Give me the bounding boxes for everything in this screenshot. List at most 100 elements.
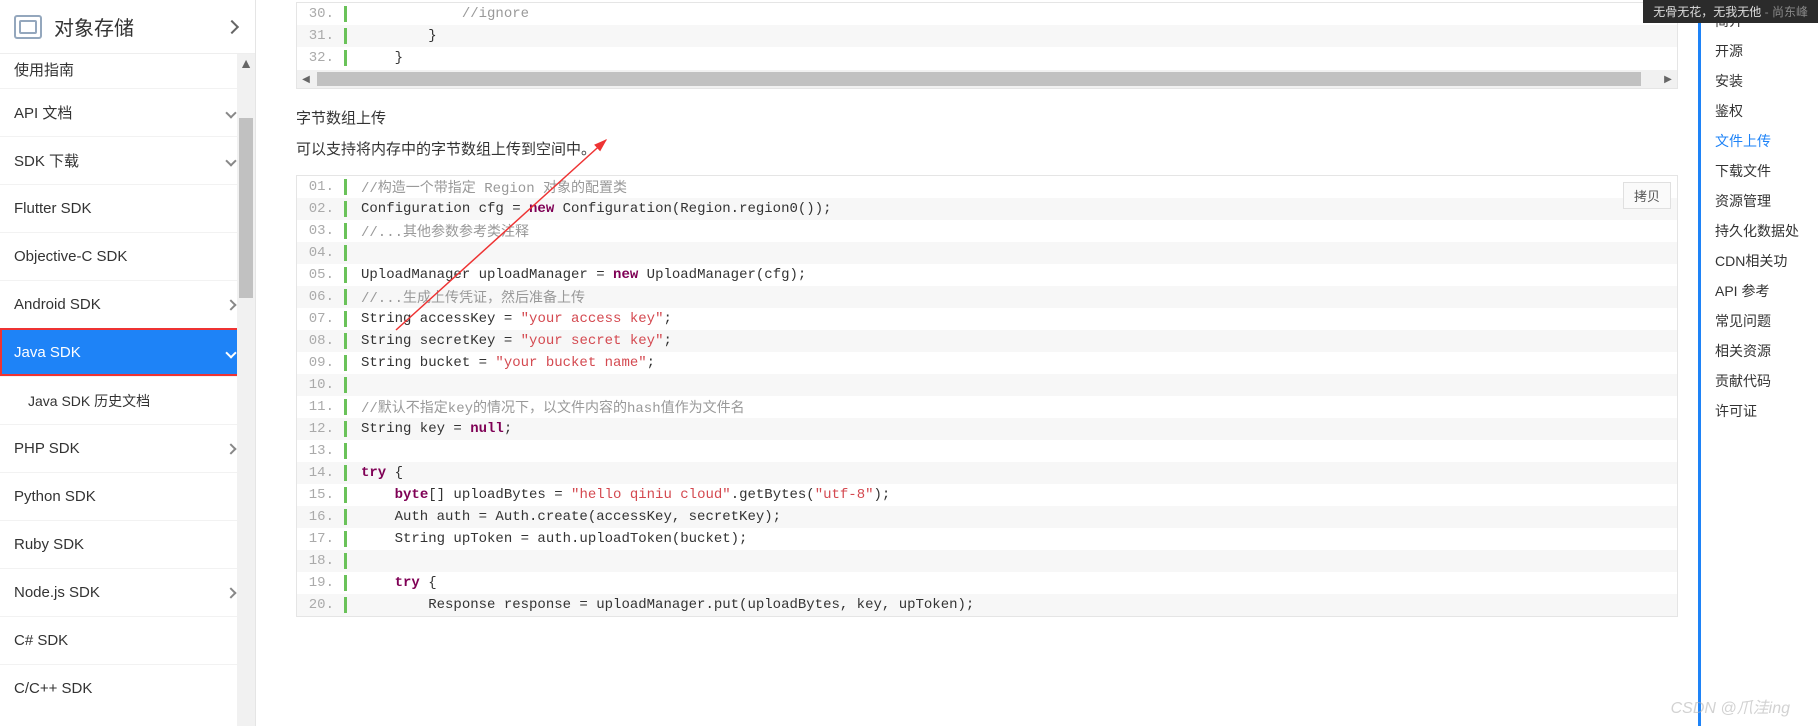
code-text: //...生成上传凭证，然后准备上传 bbox=[347, 287, 585, 307]
line-number: 14. bbox=[297, 465, 347, 481]
code-line: 02.Configuration cfg = new Configuration… bbox=[297, 198, 1677, 220]
code-line: 16. Auth auth = Auth.create(accessKey, s… bbox=[297, 506, 1677, 528]
line-number: 13. bbox=[297, 443, 347, 459]
sidebar-item-label: Flutter SDK bbox=[14, 200, 241, 217]
sidebar-item-3[interactable]: Flutter SDK bbox=[0, 184, 255, 232]
line-number: 11. bbox=[297, 399, 347, 415]
toc-item-9[interactable]: API 参考 bbox=[1715, 276, 1818, 306]
sidebar-item-9[interactable]: Python SDK bbox=[0, 472, 255, 520]
code-line: 12.String key = null; bbox=[297, 418, 1677, 440]
line-number: 30. bbox=[297, 6, 347, 22]
toc-item-2[interactable]: 安装 bbox=[1715, 66, 1818, 96]
code-text: try { bbox=[347, 465, 403, 481]
line-number: 16. bbox=[297, 509, 347, 525]
sidebar-item-label: Android SDK bbox=[14, 296, 227, 313]
sidebar-item-2[interactable]: SDK 下载 bbox=[0, 136, 255, 184]
watermark: CSDN @爪洼ing bbox=[1671, 694, 1790, 718]
line-number: 09. bbox=[297, 355, 347, 371]
code-line: 17. String upToken = auth.uploadToken(bu… bbox=[297, 528, 1677, 550]
toc-item-1[interactable]: 开源 bbox=[1715, 36, 1818, 66]
code-text: String secretKey = "your secret key"; bbox=[347, 333, 672, 349]
sidebar-item-13[interactable]: C/C++ SDK bbox=[0, 664, 255, 712]
code-text: //构造一个带指定 Region 对象的配置类 bbox=[347, 177, 627, 197]
sidebar-item-0[interactable]: 使用指南 bbox=[0, 54, 255, 88]
toc-item-6[interactable]: 资源管理 bbox=[1715, 186, 1818, 216]
sidebar-item-12[interactable]: C# SDK bbox=[0, 616, 255, 664]
code-text: } bbox=[347, 50, 403, 66]
chevron-down-icon bbox=[225, 155, 236, 166]
sidebar-scrollbar[interactable]: ▲ bbox=[237, 54, 255, 726]
sidebar-item-label: Java SDK bbox=[14, 344, 227, 361]
sidebar-item-label: Java SDK 历史文档 bbox=[28, 391, 241, 411]
sidebar-item-6[interactable]: Java SDK bbox=[0, 328, 255, 376]
chevron-right-icon bbox=[225, 587, 236, 598]
toc-item-11[interactable]: 相关资源 bbox=[1715, 336, 1818, 366]
toc-item-5[interactable]: 下载文件 bbox=[1715, 156, 1818, 186]
code-text: String upToken = auth.uploadToken(bucket… bbox=[347, 531, 747, 547]
sidebar-item-label: Node.js SDK bbox=[14, 584, 227, 601]
code-text: //默认不指定key的情况下，以文件内容的hash值作为文件名 bbox=[347, 397, 745, 417]
sidebar-title: 对象存储 bbox=[54, 12, 227, 41]
line-number: 02. bbox=[297, 201, 347, 217]
code-block-main: 拷贝 01.//构造一个带指定 Region 对象的配置类02.Configur… bbox=[296, 175, 1678, 617]
code-line: 13. bbox=[297, 440, 1677, 462]
toc-item-13[interactable]: 许可证 bbox=[1715, 396, 1818, 426]
code-text: Response response = uploadManager.put(up… bbox=[347, 597, 974, 613]
code-line: 20. Response response = uploadManager.pu… bbox=[297, 594, 1677, 616]
code-line: 03.//...其他参数参考类注释 bbox=[297, 220, 1677, 242]
chevron-right-icon bbox=[225, 443, 236, 454]
ribbon-author: - 尚东峰 bbox=[1765, 5, 1808, 19]
sidebar-item-8[interactable]: PHP SDK bbox=[0, 424, 255, 472]
line-number: 15. bbox=[297, 487, 347, 503]
sidebar-item-5[interactable]: Android SDK bbox=[0, 280, 255, 328]
section-desc: 可以支持将内存中的字节数组上传到空间中。 bbox=[296, 138, 1678, 159]
horizontal-scrollbar[interactable]: ◀ ▶ bbox=[297, 70, 1677, 88]
toc-item-4[interactable]: 文件上传 bbox=[1715, 126, 1818, 156]
sidebar-item-label: PHP SDK bbox=[14, 440, 227, 457]
line-number: 19. bbox=[297, 575, 347, 591]
code-line: 08.String secretKey = "your secret key"; bbox=[297, 330, 1677, 352]
sidebar-item-1[interactable]: API 文档 bbox=[0, 88, 255, 136]
sidebar-nav: 使用指南 API 文档 SDK 下载 Flutter SDK Objective-C S… bbox=[0, 54, 255, 726]
main-content: 30. //ignore31. }32. } ◀ ▶ 字节数组上传 可以支持将内… bbox=[256, 0, 1698, 726]
code-line: 31. } bbox=[297, 25, 1677, 47]
code-line: 05.UploadManager uploadManager = new Upl… bbox=[297, 264, 1677, 286]
storage-icon bbox=[14, 15, 42, 39]
sidebar-item-label: SDK 下载 bbox=[14, 150, 227, 171]
chevron-down-icon bbox=[225, 347, 236, 358]
scroll-left-icon[interactable]: ◀ bbox=[297, 74, 315, 85]
line-number: 05. bbox=[297, 267, 347, 283]
sidebar-item-7[interactable]: Java SDK 历史文档 bbox=[0, 376, 255, 424]
copy-button[interactable]: 拷贝 bbox=[1623, 182, 1671, 209]
sidebar-item-label: C# SDK bbox=[14, 632, 241, 649]
code-text: byte[] uploadBytes = "hello qiniu cloud"… bbox=[347, 487, 890, 503]
code-line: 07.String accessKey = "your access key"; bbox=[297, 308, 1677, 330]
toc-item-10[interactable]: 常见问题 bbox=[1715, 306, 1818, 336]
toc-item-7[interactable]: 持久化数据处 bbox=[1715, 216, 1818, 246]
toc-item-12[interactable]: 贡献代码 bbox=[1715, 366, 1818, 396]
hscroll-thumb[interactable] bbox=[317, 72, 1641, 86]
code-line: 32. } bbox=[297, 47, 1677, 69]
code-text: String accessKey = "your access key"; bbox=[347, 311, 672, 327]
line-number: 10. bbox=[297, 377, 347, 393]
scroll-thumb[interactable] bbox=[239, 118, 253, 298]
sidebar-item-4[interactable]: Objective-C SDK bbox=[0, 232, 255, 280]
code-line: 04. bbox=[297, 242, 1677, 264]
code-text: Auth auth = Auth.create(accessKey, secre… bbox=[347, 509, 781, 525]
sidebar-item-10[interactable]: Ruby SDK bbox=[0, 520, 255, 568]
code-block-top: 30. //ignore31. }32. } ◀ ▶ bbox=[296, 2, 1678, 89]
ribbon: 无骨无花，无我无他 - 尚东峰 bbox=[1643, 0, 1818, 23]
chevron-right-icon[interactable] bbox=[225, 19, 239, 33]
sidebar-item-label: API 文档 bbox=[14, 102, 227, 123]
sidebar-header: 对象存储 bbox=[0, 0, 255, 54]
scroll-right-icon[interactable]: ▶ bbox=[1659, 74, 1677, 85]
line-number: 08. bbox=[297, 333, 347, 349]
code-text: Configuration cfg = new Configuration(Re… bbox=[347, 201, 832, 217]
sidebar-item-label: Objective-C SDK bbox=[14, 248, 241, 265]
toc-item-8[interactable]: CDN相关功 bbox=[1715, 246, 1818, 276]
line-number: 32. bbox=[297, 50, 347, 66]
code-line: 10. bbox=[297, 374, 1677, 396]
toc-item-3[interactable]: 鉴权 bbox=[1715, 96, 1818, 126]
sidebar-item-11[interactable]: Node.js SDK bbox=[0, 568, 255, 616]
scroll-up-icon[interactable]: ▲ bbox=[237, 54, 255, 72]
